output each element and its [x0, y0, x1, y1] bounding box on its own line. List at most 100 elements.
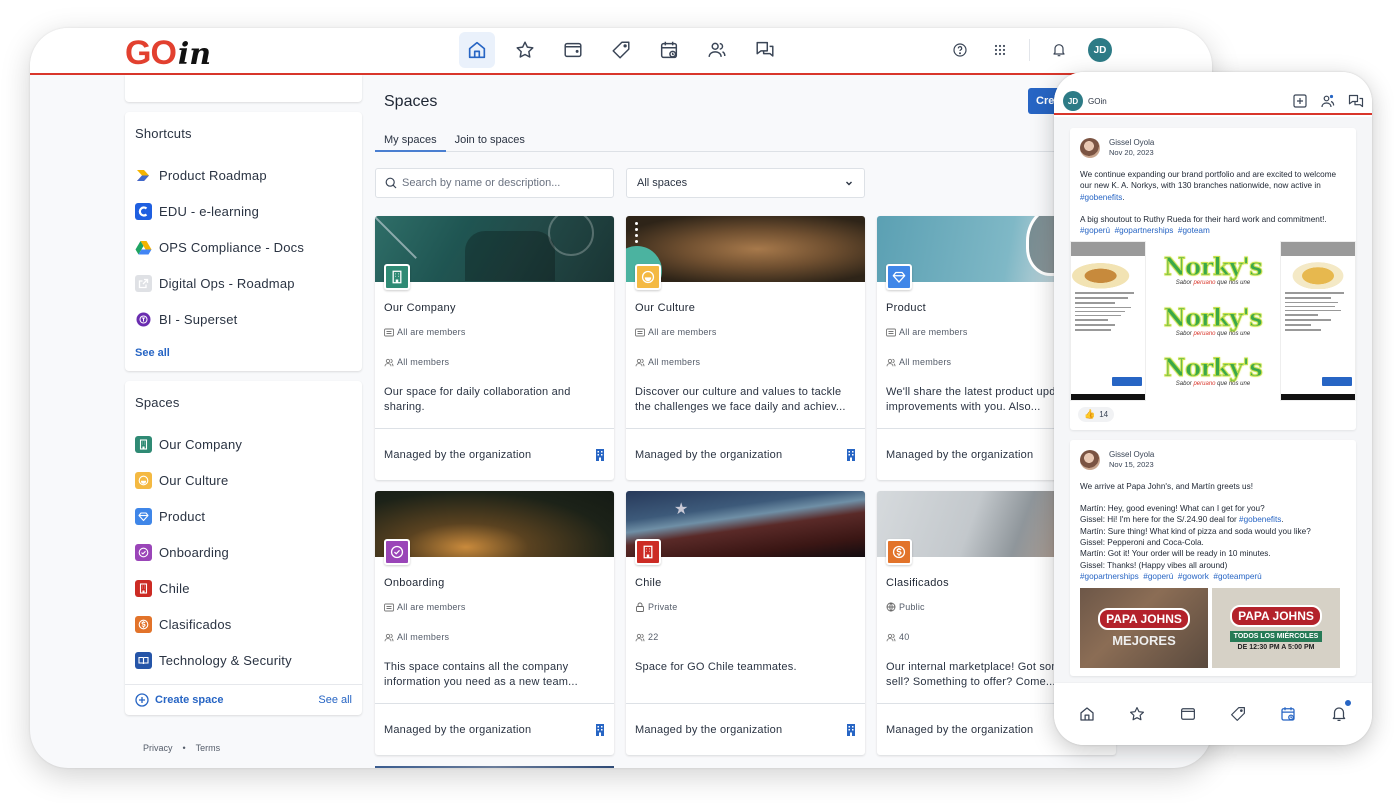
create-space-button[interactable]: Create space [135, 693, 224, 707]
author-avatar[interactable] [1080, 449, 1100, 470]
space-card-footer: Managed by the organization [626, 703, 865, 755]
roadmap-app-icon [135, 167, 152, 184]
nav-favorites[interactable] [507, 32, 543, 68]
space-card-our-company[interactable]: Our Company All are members All members … [375, 216, 614, 480]
spaces-filter-select[interactable]: All spaces [626, 168, 865, 198]
book-icon [135, 651, 152, 669]
space-name: Our Company [384, 302, 456, 314]
space-label: Product [159, 508, 206, 524]
space-card-footer: Managed by the organization [626, 428, 865, 480]
shortcut-bi-superset[interactable]: BI - Superset [135, 301, 352, 337]
post-author[interactable]: Gissel Oyola [1109, 138, 1154, 148]
post-image[interactable]: Norky's Sabor peruano que nos une Norky's… [1070, 240, 1356, 401]
people-icon [635, 358, 645, 366]
space-members: All members [384, 357, 605, 367]
diamond-icon [135, 507, 152, 525]
hashtag-link[interactable]: #goteamperú [1213, 572, 1261, 581]
post-line: Gissel: Hi! I'm here for the S/.24.90 de… [1080, 515, 1284, 525]
hashtag-link[interactable]: #goperú [1143, 572, 1173, 581]
mobile-nav-favorites[interactable] [1126, 703, 1148, 725]
hashtag-link[interactable]: #gowork [1178, 572, 1209, 581]
sidebar-space-chile[interactable]: Chile [135, 570, 352, 606]
nav-benefits[interactable] [603, 32, 639, 68]
chevron-down-icon [846, 181, 852, 186]
post-line: Martín: Sure thing! What kind of pizza a… [1080, 526, 1311, 536]
papa-johns-sign: PAPA JOHNS [1098, 608, 1190, 631]
nav-messages[interactable] [747, 32, 783, 68]
chat-icon[interactable] [1348, 93, 1364, 109]
people-icon[interactable] [1320, 93, 1336, 109]
mobile-nav-home[interactable] [1076, 703, 1098, 725]
shortcut-edu-elearning[interactable]: EDU - e-learning [135, 193, 352, 229]
mobile-brand: GOin [1088, 97, 1107, 106]
nav-people[interactable] [699, 32, 735, 68]
sidebar-space-onboarding[interactable]: Onboarding [135, 534, 352, 570]
hashtag-link[interactable]: #gopartnerships [1080, 572, 1139, 581]
add-post-icon[interactable] [1292, 93, 1308, 109]
space-card-our-culture[interactable]: Our Culture All are members All members … [626, 216, 865, 480]
spaces-see-all-link[interactable]: See all [318, 694, 352, 706]
reaction-count: 14 [1099, 409, 1109, 419]
post-photo[interactable]: PAPA JOHNS TODOS LOS MIÉRCOLES DE 12:30 … [1212, 588, 1340, 669]
calendar-icon [660, 41, 678, 59]
nav-events[interactable] [651, 32, 687, 68]
search-icon [385, 177, 397, 189]
managed-label: Managed by the organization [886, 448, 1034, 461]
help-button[interactable] [949, 39, 971, 61]
post-hashtags: #gopartnerships #goperú #gowork #goteamp… [1080, 571, 1346, 582]
hashtag-link[interactable]: #goteam [1178, 226, 1210, 235]
shortcut-ops-compliance[interactable]: OPS Compliance - Docs [135, 229, 352, 265]
sidebar-space-our-culture[interactable]: Our Culture [135, 462, 352, 498]
terms-link[interactable]: Terms [196, 743, 221, 753]
shortcut-label: Digital Ops - Roadmap [159, 275, 295, 291]
author-avatar[interactable] [1080, 138, 1100, 158]
mobile-nav-benefits[interactable] [1227, 703, 1249, 725]
building-icon [384, 264, 410, 290]
post-line: Martín: Hey, good evening! What can I ge… [1080, 504, 1265, 514]
user-avatar[interactable]: JD [1088, 38, 1112, 62]
like-reaction[interactable]: 👍 14 [1078, 406, 1115, 422]
superset-app-icon [135, 311, 152, 328]
space-members: All members [384, 632, 605, 642]
tab-my-spaces[interactable]: My spaces [375, 127, 446, 152]
hashtag-link[interactable]: #gobenefits [1080, 193, 1122, 202]
next-card-peek [375, 766, 614, 768]
sidebar-space-product[interactable]: Product [135, 498, 352, 534]
post-author[interactable]: Gissel Oyola [1109, 450, 1154, 460]
hashtag-link[interactable]: #gopartnerships [1115, 226, 1174, 235]
tab-join-to-spaces[interactable]: Join to spaces [446, 127, 534, 152]
star-icon [1130, 707, 1145, 721]
organization-icon [596, 723, 604, 736]
sidebar-space-our-company[interactable]: Our Company [135, 426, 352, 462]
space-access: Private [635, 602, 856, 612]
notifications-button[interactable] [1048, 39, 1070, 61]
mobile-nav-notifications[interactable] [1328, 699, 1352, 725]
shortcuts-see-all-link[interactable]: See all [135, 347, 170, 359]
shortcut-digital-ops[interactable]: Digital Ops - Roadmap [135, 265, 352, 301]
sidebar-space-clasificados[interactable]: Clasificados [135, 606, 352, 642]
mobile-feed: Gissel Oyola Nov 20, 2023 We continue ex… [1054, 117, 1372, 682]
mobile-user-avatar[interactable]: JD [1063, 91, 1083, 111]
nav-home[interactable] [459, 32, 495, 68]
shortcut-product-roadmap[interactable]: Product Roadmap [135, 157, 352, 193]
apps-button[interactable] [989, 39, 1011, 61]
post-photo[interactable]: PAPA JOHNS MEJORES [1080, 588, 1208, 669]
mobile-nav-wallet[interactable] [1177, 703, 1199, 725]
space-card-chile[interactable]: ★ Chile Private 22 Space for GO Chile te… [626, 491, 865, 755]
space-banner-image [626, 216, 865, 282]
space-card-onboarding[interactable]: Onboarding All are members All members T… [375, 491, 614, 755]
sidebar-space-technology-security[interactable]: Technology & Security [135, 642, 352, 678]
managed-label: Managed by the organization [635, 448, 783, 461]
hashtag-link[interactable]: #gobenefits [1239, 515, 1281, 524]
mobile-nav-events[interactable] [1277, 703, 1299, 725]
privacy-link[interactable]: Privacy [143, 743, 173, 753]
mobile-bottom-nav [1054, 682, 1372, 745]
organization-icon [847, 723, 855, 736]
space-access: All are members [635, 327, 856, 337]
feed-post: Gissel Oyola Nov 20, 2023 We continue ex… [1070, 128, 1356, 430]
hashtag-link[interactable]: #goperú [1080, 226, 1110, 235]
search-input[interactable] [402, 177, 602, 189]
goin-logo[interactable]: GO in [125, 34, 211, 72]
google-drive-icon [135, 239, 152, 256]
nav-wallet[interactable] [555, 32, 591, 68]
